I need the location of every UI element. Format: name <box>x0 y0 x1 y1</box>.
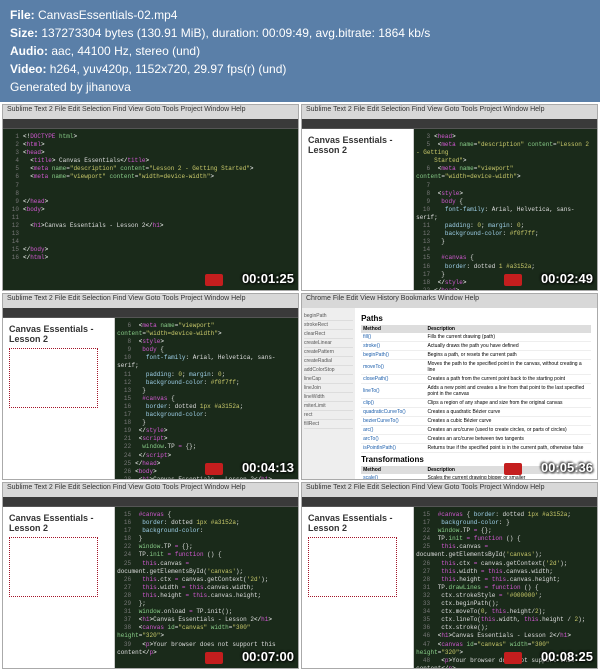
canvas-preview <box>308 537 397 597</box>
menubar: Sublime Text 2 File Edit Selection Find … <box>302 483 597 497</box>
audio-label: Audio: <box>10 44 48 58</box>
size-label: Size: <box>10 26 38 40</box>
menubar: Chrome File Edit View History Bookmarks … <box>302 294 597 308</box>
timestamp: 00:05:36 <box>541 460 593 475</box>
thumbnail-5: Sublime Text 2 File Edit Selection Find … <box>2 482 299 669</box>
page-heading: Canvas Essentials - Lesson 2 <box>9 513 108 533</box>
canvas-preview <box>9 348 98 408</box>
menubar: Sublime Text 2 File Edit Selection Find … <box>3 105 298 119</box>
file-label: File: <box>10 8 35 22</box>
docs-sidebar: beginPathstrokeRectclearRect createLinea… <box>302 308 355 479</box>
canvas-preview <box>9 537 98 597</box>
timestamp: 00:01:25 <box>242 271 294 286</box>
browser-pane: Canvas Essentials - Lesson 2 <box>302 129 414 290</box>
audio-value: aac, 44100 Hz, stereo (und) <box>51 44 200 58</box>
brand-badge <box>504 652 522 664</box>
code-editor: 3<head> 5 <meta name="description" conte… <box>414 129 597 290</box>
browser-pane: Canvas Essentials - Lesson 2 <box>302 507 414 668</box>
file-value: CanvasEssentials-02.mp4 <box>38 8 177 22</box>
timestamp: 00:07:00 <box>242 649 294 664</box>
media-info-panel: File: CanvasEssentials-02.mp4 Size: 1372… <box>0 0 600 102</box>
tabbar <box>3 119 298 129</box>
thumbnail-4: Chrome File Edit View History Bookmarks … <box>301 293 598 480</box>
tabbar <box>302 497 597 507</box>
generator: Generated by jihanova <box>10 78 590 96</box>
docs-page: beginPathstrokeRectclearRect createLinea… <box>302 308 597 479</box>
page-heading: Canvas Essentials - Lesson 2 <box>9 324 108 344</box>
page-heading: Canvas Essentials - Lesson 2 <box>308 135 407 155</box>
code-editor: 15 #canvas { border: dotted 1px #a3152a;… <box>414 507 597 668</box>
timestamp: 00:04:13 <box>242 460 294 475</box>
menubar: Sublime Text 2 File Edit Selection Find … <box>302 105 597 119</box>
section-paths: Paths <box>361 314 591 323</box>
menubar: Sublime Text 2 File Edit Selection Find … <box>3 294 298 308</box>
thumbnail-2: Sublime Text 2 File Edit Selection Find … <box>301 104 598 291</box>
timestamp: 00:02:49 <box>541 271 593 286</box>
size-value: 137273304 bytes (130.91 MiB), duration: … <box>41 26 430 40</box>
brand-badge <box>205 463 223 475</box>
tabbar <box>3 497 298 507</box>
thumbnail-3: Sublime Text 2 File Edit Selection Find … <box>2 293 299 480</box>
code-editor: 15 #canvas { 16 border: dotted 1px #a315… <box>115 507 298 668</box>
brand-badge <box>205 652 223 664</box>
brand-badge <box>205 274 223 286</box>
browser-pane: Canvas Essentials - Lesson 2 <box>3 318 115 479</box>
timestamp: 00:08:25 <box>541 649 593 664</box>
menubar: Sublime Text 2 File Edit Selection Find … <box>3 483 298 497</box>
brand-badge <box>504 274 522 286</box>
code-editor: 1<!DOCTYPE html> 2<html> 3<head> 4 <titl… <box>3 129 298 290</box>
tabbar <box>302 119 597 129</box>
docs-content: Paths MethodDescription fill()Fills the … <box>355 308 597 479</box>
thumbnail-6: Sublime Text 2 File Edit Selection Find … <box>301 482 598 669</box>
code-editor: 6 <meta name="viewport" content="width=d… <box>115 318 298 479</box>
page-heading: Canvas Essentials - Lesson 2 <box>308 513 407 533</box>
browser-pane: Canvas Essentials - Lesson 2 <box>3 507 115 668</box>
paths-table: MethodDescription fill()Fills the curren… <box>361 325 591 453</box>
thumbnail-1: Sublime Text 2 File Edit Selection Find … <box>2 104 299 291</box>
tabbar <box>3 308 298 318</box>
video-value: h264, yuv420p, 1152x720, 29.97 fps(r) (u… <box>50 62 287 76</box>
brand-badge <box>504 463 522 475</box>
thumbnail-grid: Sublime Text 2 File Edit Selection Find … <box>0 102 600 671</box>
video-label: Video: <box>10 62 46 76</box>
